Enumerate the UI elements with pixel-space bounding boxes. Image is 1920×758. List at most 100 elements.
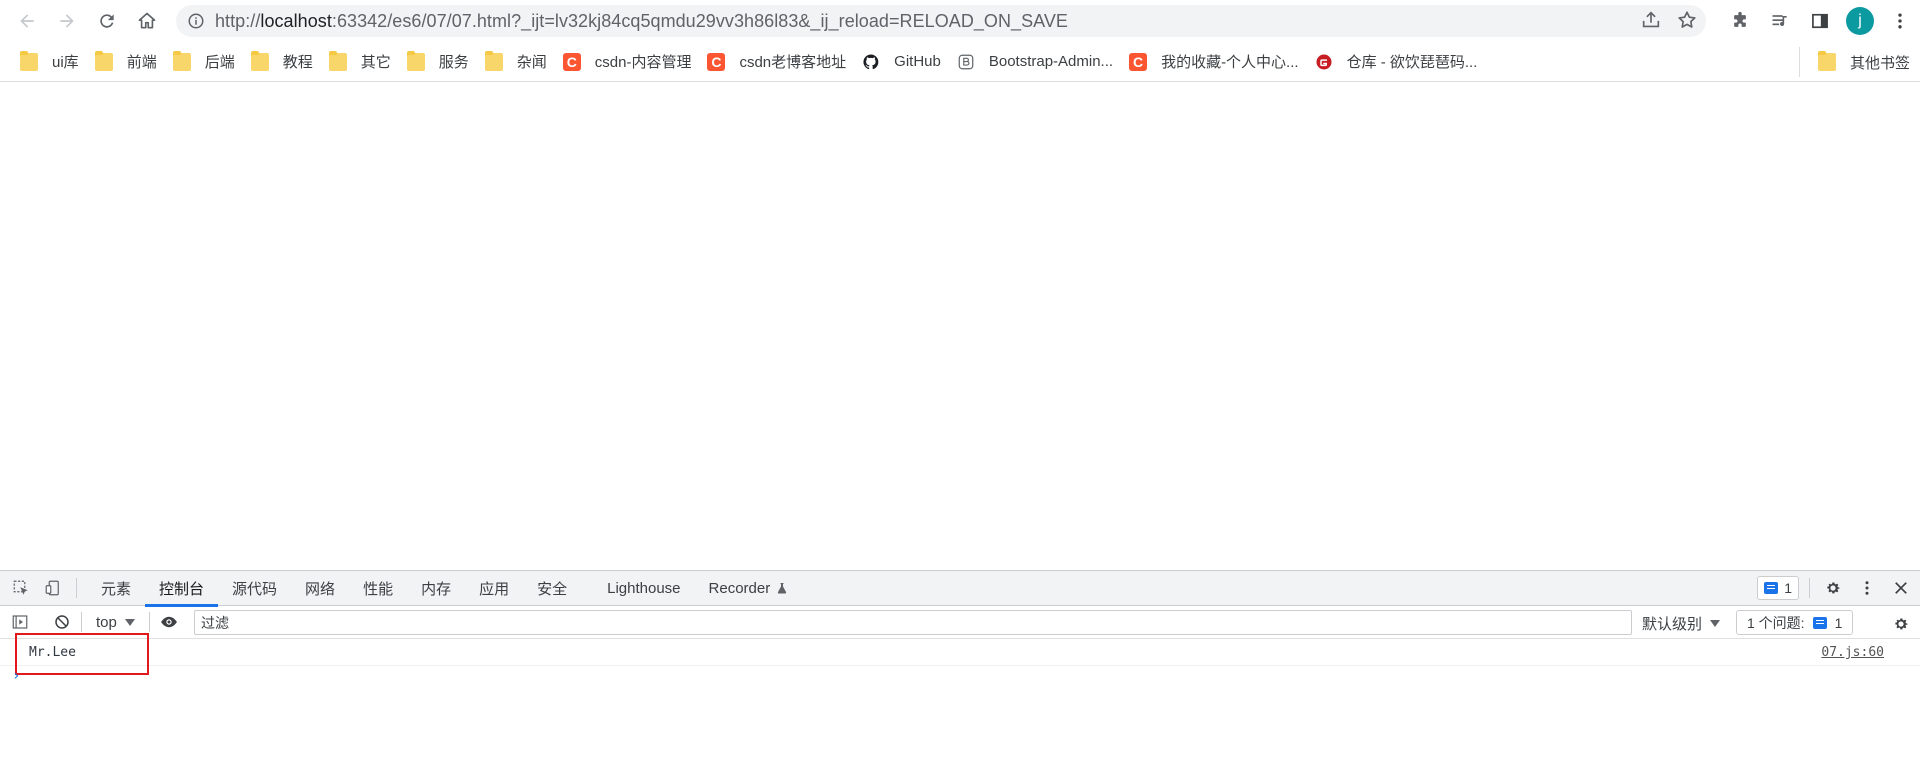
browser-menu-button[interactable]	[1880, 4, 1920, 38]
side-panel-button[interactable]	[1800, 4, 1840, 38]
divider	[148, 612, 150, 632]
tab-elements[interactable]: 元素	[87, 571, 145, 606]
dropdown-triangle-icon	[1710, 619, 1721, 627]
bookmark-label: Bootstrap-Admin...	[988, 53, 1114, 70]
device-icon	[45, 580, 59, 596]
address-bar[interactable]: http://localhost:63342/es6/07/07.html?_i…	[176, 5, 1706, 37]
bookmark-item[interactable]: Bootstrap-Admin...	[951, 47, 1123, 77]
device-toggle-button[interactable]	[40, 575, 66, 601]
folder-icon	[1817, 51, 1836, 71]
console-prompt[interactable]: ›	[12, 668, 20, 684]
issues-badge-count: 1	[1784, 580, 1792, 596]
arrow-left-icon	[20, 14, 34, 28]
arrow-right-icon	[60, 14, 74, 28]
playlist-icon	[1772, 15, 1787, 27]
tab-console[interactable]: 控制台	[145, 571, 219, 607]
clear-console-button[interactable]	[49, 609, 75, 635]
folder-icon	[20, 50, 38, 71]
tab-performance[interactable]: 性能	[349, 571, 407, 606]
log-levels-select[interactable]: 默认级别	[1642, 611, 1721, 635]
profile-button[interactable]: j	[1840, 4, 1880, 38]
divider	[81, 612, 82, 632]
bootstrap-icon	[958, 54, 974, 69]
live-expression-button[interactable]	[156, 609, 182, 635]
forward-button[interactable]	[49, 3, 85, 39]
github-icon	[863, 53, 879, 69]
extensions-button[interactable]	[1720, 4, 1760, 38]
more-vertical-icon	[1865, 581, 1869, 595]
console-toolbar: top 默认级别 1 个问题: 1	[0, 606, 1920, 639]
bookmark-item[interactable]: 服务	[401, 47, 479, 77]
info-icon	[188, 13, 204, 29]
csdn-icon: C	[1129, 52, 1148, 71]
tab-application[interactable]: 应用	[465, 571, 523, 606]
url-text[interactable]: http://localhost:63342/es6/07/07.html?_i…	[215, 11, 1068, 32]
bookmark-label: csdn-内容管理	[594, 54, 692, 71]
devtools-close-button[interactable]	[1888, 575, 1914, 601]
issues-label: 1 个问题:	[1747, 614, 1805, 631]
tab-lighthouse[interactable]: Lighthouse	[593, 571, 694, 606]
bookmark-item[interactable]: Ccsdn-内容管理	[557, 47, 702, 77]
block-icon	[55, 615, 69, 629]
divider	[76, 578, 77, 598]
reload-button[interactable]	[89, 3, 125, 39]
bookmark-label: 前端	[126, 54, 157, 71]
bookmark-label: 杂闻	[516, 54, 547, 71]
bookmark-item[interactable]: 教程	[245, 47, 323, 77]
avatar: j	[1846, 7, 1874, 35]
cursor-select-icon	[13, 580, 28, 595]
other-bookmarks[interactable]: 其他书签	[1798, 47, 1920, 77]
tab-network[interactable]: 网络	[291, 571, 349, 606]
console-filter-input[interactable]	[194, 610, 1632, 635]
back-button[interactable]	[9, 3, 45, 39]
bookmark-label: 其他书签	[1849, 54, 1910, 72]
reading-list-button[interactable]	[1760, 4, 1800, 38]
console-message-text: Mr.Lee	[29, 644, 76, 660]
context-select[interactable]: top	[88, 614, 143, 631]
gear-icon	[1827, 582, 1840, 594]
gitee-icon	[1316, 54, 1332, 69]
devtools-settings-button[interactable]	[1820, 575, 1846, 601]
folder-icon	[406, 50, 425, 71]
divider	[1809, 578, 1810, 598]
sidebar-toggle-button[interactable]	[7, 609, 33, 635]
bookmark-item[interactable]: 后端	[167, 47, 245, 77]
folder-icon	[250, 50, 269, 71]
tab-memory[interactable]: 内存	[407, 571, 465, 606]
bookmark-item[interactable]: C 我的收藏-个人中心...	[1123, 47, 1309, 77]
bookmarks-bar: ui库 前端 后端 教程 其它 服务 杂闻 Ccsdn-内容管理 Ccsdn老博…	[0, 42, 1920, 82]
side-panel-icon	[1812, 13, 1828, 29]
inspect-button[interactable]	[8, 575, 34, 601]
console-source-link[interactable]: 07.js:60	[1821, 645, 1884, 660]
bookmark-item[interactable]: GitHub	[856, 47, 951, 77]
devtools-tab-bar: 元素 控制台 源代码 网络 性能 内存 应用 安全 Lighthouse Rec…	[0, 571, 1920, 607]
bookmark-item[interactable]: ui库	[14, 47, 89, 77]
sidebar-play-icon	[12, 615, 28, 629]
url-rest: :63342/es6/07/07.html?_ijt=lv32kj84cq5qm…	[331, 10, 1068, 31]
console-settings-button[interactable]	[1888, 611, 1914, 637]
bookmark-item[interactable]: 仓库 - 欲饮琵琶码...	[1309, 47, 1488, 77]
tab-sources[interactable]: 源代码	[218, 571, 291, 606]
bookmark-item[interactable]: 前端	[89, 47, 167, 77]
tab-security[interactable]: 安全	[523, 571, 581, 606]
bookmark-item[interactable]: Ccsdn老博客地址	[701, 47, 856, 77]
browser-toolbar: http://localhost:63342/es6/07/07.html?_i…	[0, 0, 1920, 42]
folder-icon	[328, 50, 347, 71]
dropdown-triangle-icon	[124, 618, 135, 626]
message-icon	[1764, 582, 1779, 594]
tab-recorder-label: Recorder	[708, 579, 771, 597]
star-icon[interactable]	[1676, 9, 1698, 31]
tab-recorder[interactable]: Recorder	[695, 571, 803, 606]
issues-badge[interactable]: 1	[1757, 576, 1799, 600]
bookmark-label: 教程	[282, 54, 313, 71]
share-icon[interactable]	[1640, 9, 1662, 31]
bookmark-item[interactable]: 杂闻	[479, 47, 557, 77]
csdn-icon: C	[562, 52, 581, 71]
devtools-panel: 元素 控制台 源代码 网络 性能 内存 应用 安全 Lighthouse Rec…	[0, 570, 1920, 758]
devtools-menu-button[interactable]	[1854, 575, 1880, 601]
folder-icon	[172, 50, 191, 71]
close-icon	[1895, 582, 1907, 594]
issues-button[interactable]: 1 个问题: 1	[1736, 610, 1854, 635]
home-button[interactable]	[129, 3, 165, 39]
bookmark-item[interactable]: 其它	[323, 47, 401, 77]
